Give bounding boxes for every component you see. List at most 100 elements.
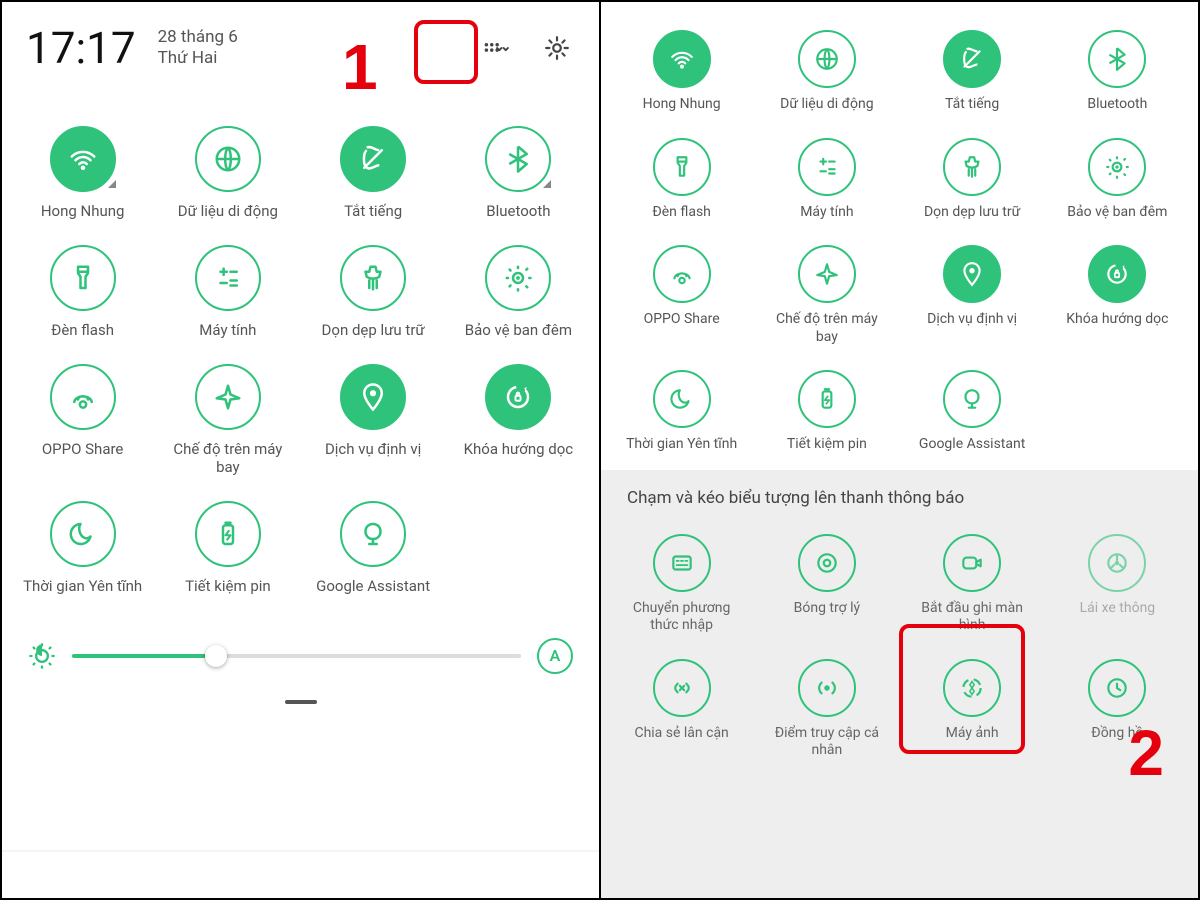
quiettime-icon — [50, 501, 116, 567]
tile-label: Tắt tiếng — [945, 96, 999, 114]
tile-clock[interactable]: Đồng hồ — [1045, 651, 1190, 776]
mute-icon — [943, 30, 1001, 88]
tile-label: Thời gian Yên tĩnh — [23, 577, 142, 596]
tile-rotationlock[interactable]: Khóa hướng dọc — [1045, 237, 1190, 362]
tile-opposhare[interactable]: OPPO Share — [10, 356, 155, 494]
tile-quiettime[interactable]: Thời gian Yên tĩnh — [609, 362, 754, 470]
bottom-divider — [2, 850, 599, 852]
tile-quiettime[interactable]: Thời gian Yên tĩnh — [10, 493, 155, 612]
extra-tiles-grid: Chuyển phương thức nhập Bóng trợ lý Bắt đầ… — [601, 522, 1198, 776]
tile-assistball[interactable]: Bóng trợ lý — [754, 526, 899, 651]
tile-label: Đèn flash — [652, 204, 711, 222]
tile-assistant[interactable]: Google Assistant — [301, 493, 446, 612]
tile-location[interactable]: Dịch vụ định vị — [301, 356, 446, 494]
tile-nightshield[interactable]: Bảo vệ ban đêm — [1045, 130, 1190, 238]
tile-label: Bluetooth — [1087, 96, 1147, 114]
camera-icon — [943, 659, 1001, 717]
drag-handle[interactable] — [285, 700, 317, 704]
quiettime-icon — [653, 370, 711, 428]
tile-mute[interactable]: Tắt tiếng — [900, 22, 1045, 130]
tile-cleanup[interactable]: Dọn dẹp lưu trữ — [900, 130, 1045, 238]
tile-label: Máy tính — [800, 204, 853, 222]
mute-icon — [340, 126, 406, 192]
tile-wifi[interactable]: Hong Nhung — [609, 22, 754, 130]
opposhare-icon — [653, 245, 711, 303]
bluetooth-icon — [1088, 30, 1146, 88]
calculator-icon — [195, 245, 261, 311]
tile-flashlight[interactable]: Đèn flash — [609, 130, 754, 238]
panel-step-2: 2 Hong NhungDữ liệu di độngTắt tiếngBlue… — [601, 2, 1198, 898]
tile-label: Bảo vệ ban đêm — [1067, 204, 1167, 222]
tile-label: Dữ liệu di động — [780, 96, 873, 114]
auto-brightness-toggle[interactable]: A — [537, 638, 573, 674]
tile-label: Chia sẻ lân cận — [634, 725, 728, 743]
tile-label: Dọn dẹp lưu trữ — [322, 321, 425, 340]
tile-label: Chế độ trên máy bay — [164, 440, 292, 478]
tile-opposhare[interactable]: OPPO Share — [609, 237, 754, 362]
tile-hotspot[interactable]: Điểm truy cập cá nhân — [754, 651, 899, 776]
hotspot-icon — [798, 659, 856, 717]
panel-step-1: 1 17:17 28 tháng 6 Thứ Hai Hong NhungDữ … — [2, 2, 599, 898]
tile-label: Dịch vụ định vị — [325, 440, 421, 459]
battery-icon — [195, 501, 261, 567]
tile-label: Dọn dẹp lưu trữ — [924, 204, 1020, 222]
tile-label: Google Assistant — [919, 436, 1025, 454]
tile-input[interactable]: Chuyển phương thức nhập — [609, 526, 754, 651]
location-icon — [943, 245, 1001, 303]
tile-nearby[interactable]: Chia sẻ lân cận — [609, 651, 754, 776]
tile-cleanup[interactable]: Dọn dẹp lưu trữ — [301, 237, 446, 356]
tile-airplane[interactable]: Chế độ trên máy bay — [155, 356, 300, 494]
bluetooth-icon — [485, 126, 551, 192]
tile-label: OPPO Share — [42, 440, 124, 459]
tile-record[interactable]: Bắt đầu ghi màn hình — [900, 526, 1045, 651]
tile-calculator[interactable]: Máy tính — [155, 237, 300, 356]
tile-label: Hong Nhung — [643, 96, 721, 114]
clock-time: 17:17 — [26, 22, 136, 74]
wifi-icon — [653, 30, 711, 88]
tile-assistant[interactable]: Google Assistant — [900, 362, 1045, 470]
location-icon — [340, 364, 406, 430]
airplane-icon — [798, 245, 856, 303]
tile-rotationlock[interactable]: Khóa hướng dọc — [446, 356, 591, 494]
nightshield-icon — [1088, 138, 1146, 196]
tile-camera[interactable]: Máy ảnh — [900, 651, 1045, 776]
tile-airplane[interactable]: Chế độ trên máy bay — [754, 237, 899, 362]
tile-label: Chế độ trên máy bay — [767, 311, 887, 346]
tile-battery[interactable]: Tiết kiệm pin — [754, 362, 899, 470]
tile-location[interactable]: Dịch vụ định vị — [900, 237, 1045, 362]
tile-label: Chuyển phương thức nhập — [622, 600, 742, 635]
tile-label: Dữ liệu di động — [178, 202, 278, 221]
driving-icon — [1088, 534, 1146, 592]
nearby-icon — [653, 659, 711, 717]
tile-data[interactable]: Dữ liệu di động — [754, 22, 899, 130]
rotationlock-icon — [1088, 245, 1146, 303]
tile-label: Thời gian Yên tĩnh — [626, 436, 737, 454]
tile-bluetooth[interactable]: Bluetooth — [1045, 22, 1190, 130]
qs-header: 17:17 28 tháng 6 Thứ Hai — [2, 2, 599, 118]
brightness-row: A — [28, 638, 573, 674]
tile-label: Khóa hướng dọc — [464, 440, 574, 459]
nightshield-icon — [485, 245, 551, 311]
assistant-icon — [340, 501, 406, 567]
tile-mute[interactable]: Tắt tiếng — [301, 118, 446, 237]
tile-driving[interactable]: Lái xe thông — [1045, 526, 1190, 651]
input-icon — [653, 534, 711, 592]
tile-data[interactable]: Dữ liệu di động — [155, 118, 300, 237]
tile-bluetooth[interactable]: Bluetooth — [446, 118, 591, 237]
tile-calculator[interactable]: Máy tính — [754, 130, 899, 238]
assistball-icon — [798, 534, 856, 592]
tile-label: Bóng trợ lý — [794, 600, 860, 618]
tile-label: Bảo vệ ban đêm — [465, 321, 572, 340]
tile-wifi[interactable]: Hong Nhung — [10, 118, 155, 237]
tile-nightshield[interactable]: Bảo vệ ban đêm — [446, 237, 591, 356]
record-icon — [943, 534, 1001, 592]
tile-battery[interactable]: Tiết kiệm pin — [155, 493, 300, 612]
qs-tiles-grid: Hong Nhung Dữ liệu di động Tắt tiếng Blueto… — [601, 2, 1198, 470]
edit-tiles-button[interactable] — [477, 30, 513, 66]
tile-flashlight[interactable]: Đèn flash — [10, 237, 155, 356]
clock-date: 28 tháng 6 Thứ Hai — [158, 27, 238, 70]
brightness-slider[interactable] — [72, 654, 521, 658]
tile-label: Tiết kiệm pin — [787, 436, 867, 454]
settings-button[interactable] — [539, 30, 575, 66]
extra-tiles-area: Chuyển phương thức nhập Bóng trợ lý Bắt đầ… — [601, 516, 1198, 899]
